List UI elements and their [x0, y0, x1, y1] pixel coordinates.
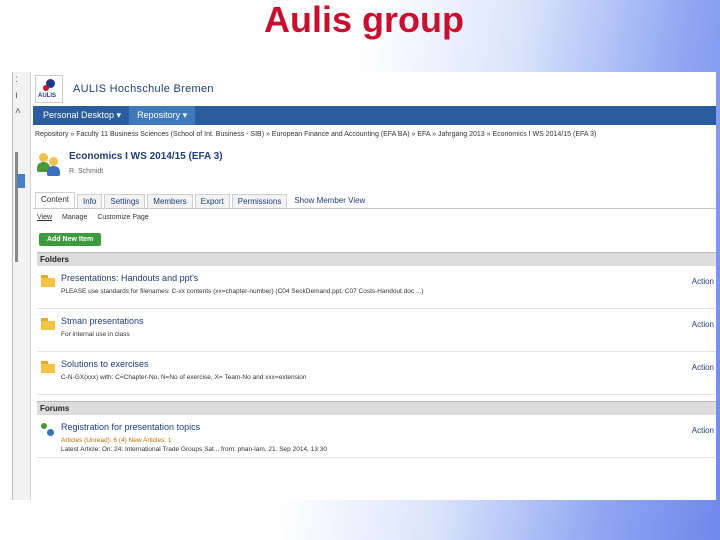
logo-text: AULIS [38, 93, 56, 99]
tab-show-member-view[interactable]: Show Member View [289, 194, 370, 208]
app-header: AULIS AULIS Hochschule Bremen [33, 72, 716, 106]
aulis-screenshot: : ı ˄ AULIS AULIS Hochschule Bremen Pers… [12, 72, 716, 500]
app-name: AULIS Hochschule Bremen [73, 83, 214, 95]
list-item: Solutions to exercises C-N-GX(xxx) with:… [37, 352, 716, 395]
tab-info[interactable]: Info [77, 194, 103, 208]
subtab-view[interactable]: View [37, 214, 52, 225]
actions-menu[interactable]: Action [692, 277, 714, 286]
slide-title: Aulis group [264, 0, 464, 40]
forum-icon [41, 423, 55, 437]
strip-collapse-icon[interactable] [17, 174, 25, 188]
actions-menu[interactable]: Action [692, 363, 714, 372]
strip-mark-icon: ˄ [15, 106, 21, 117]
folder-description: C-N-GX(xxx) with: C=Chapter-No, N=No of … [61, 374, 307, 381]
folders-block: Folders Presentations: Handouts and ppt'… [37, 252, 716, 395]
folder-link[interactable]: Stman presentations [61, 316, 144, 326]
list-item: Registration for presentation topics Art… [37, 415, 716, 458]
folder-icon [41, 275, 55, 287]
forums-block: Forums Registration for presentation top… [37, 401, 716, 458]
add-new-item-button[interactable]: Add New Item [39, 233, 102, 246]
main-menu: Personal Desktop ▾ Repository ▾ [33, 106, 716, 125]
page-description: R. Schmidt [69, 168, 104, 175]
tab-members[interactable]: Members [147, 194, 193, 208]
actions-menu[interactable]: Action [692, 426, 714, 435]
tab-export[interactable]: Export [194, 194, 230, 208]
strip-mark-icon: : [15, 74, 18, 85]
list-item: Presentations: Handouts and ppt's PLEASE… [37, 266, 716, 309]
folders-heading: Folders [37, 252, 716, 266]
tab-permissions[interactable]: Permissions [231, 194, 288, 208]
subtab-manage[interactable]: Manage [62, 214, 87, 225]
subtab-customize-page[interactable]: Customize Page [97, 214, 148, 225]
page-head: Economics I WS 2014/15 (EFA 3) R. Schmid… [33, 143, 716, 193]
forum-link[interactable]: Registration for presentation topics [61, 422, 327, 432]
folder-link[interactable]: Presentations: Handouts and ppt's [61, 273, 424, 283]
page-title: Economics I WS 2014/15 (EFA 3) [69, 151, 223, 162]
group-icon [37, 153, 61, 177]
strip-mark-icon: ı [15, 90, 18, 101]
forum-latest: Latest Article: On: 24: International Tr… [61, 446, 327, 453]
folder-icon [41, 361, 55, 373]
left-window-strip: : ı ˄ [13, 72, 31, 500]
subtab-bar: View Manage Customize Page [33, 209, 716, 225]
menu-repository[interactable]: Repository ▾ [129, 106, 196, 125]
folder-description: PLEASE use standards for filenames: C-xx… [61, 288, 424, 295]
forums-heading: Forums [37, 401, 716, 415]
aulis-logo[interactable]: AULIS [35, 75, 63, 103]
folder-link[interactable]: Solutions to exercises [61, 359, 307, 369]
tab-content[interactable]: Content [35, 192, 76, 208]
aulis-app: AULIS AULIS Hochschule Bremen Personal D… [33, 72, 716, 500]
folder-description: For internal use in class [61, 331, 130, 338]
tab-bar: Content Info Settings Members Export Per… [33, 192, 716, 209]
strip-scrollbar[interactable] [15, 152, 18, 262]
list-item: Stman presentations For internal use in … [37, 309, 716, 352]
folder-icon [41, 318, 55, 330]
actions-menu[interactable]: Action [692, 320, 714, 329]
breadcrumb[interactable]: Repository » Faculty 11 Business Science… [33, 125, 716, 143]
logo-dot-icon [43, 85, 49, 91]
menu-personal-desktop[interactable]: Personal Desktop ▾ [35, 106, 129, 125]
tab-settings[interactable]: Settings [104, 194, 146, 208]
forum-stats[interactable]: Articles (Unread): 6 (4) New Articles: 1 [61, 437, 327, 444]
